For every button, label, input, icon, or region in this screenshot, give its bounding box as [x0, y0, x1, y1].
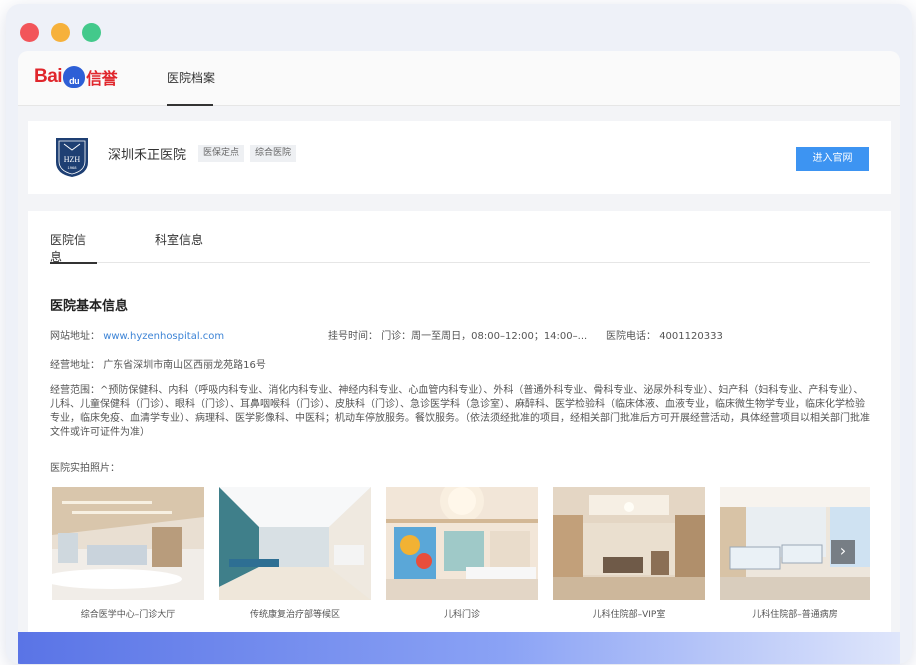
photo-caption: 综合医学中心–门诊大厅 — [80, 610, 176, 620]
photo-caption: 儿科住院部–VIP室 — [592, 610, 666, 620]
logo-xin-text: 信誉 — [86, 71, 118, 88]
business-scope: 经营范围：^预防保健科、内科（呼吸内科专业、消化内科专业、神经内科专业、心血管内… — [50, 384, 872, 440]
photo-caption: 传统康复治疗部等候区 — [249, 610, 340, 620]
close-window-button[interactable] — [20, 23, 39, 42]
page-content: Bai du 信誉 医院档案 HZH 1968 深圳禾正医院 医保定点 综合医院… — [18, 51, 900, 664]
website-label: 网站地址： — [50, 331, 100, 342]
waiting-area-photo-image — [219, 487, 371, 600]
lobby-photo-image — [52, 487, 204, 600]
hospital-info-card: 医院信息 科室信息 医院基本信息 网站地址： www.hyzenhospital… — [28, 211, 891, 664]
info-tabs: 医院信息 科室信息 — [50, 231, 870, 264]
phone-row: 医院电话： 4001120333 — [606, 327, 723, 342]
logo-text: Bai — [34, 66, 63, 87]
hours-value: 门诊：周一至周日，08:00–12:00；14:00–... — [381, 331, 588, 342]
photos-label: 医院实拍照片： — [50, 463, 120, 474]
photo-caption: 儿科门诊 — [443, 610, 480, 620]
pediatrics-photo-image — [386, 487, 538, 600]
hospital-photo[interactable] — [52, 487, 204, 600]
window-controls — [20, 23, 101, 42]
hospital-photo[interactable] — [219, 487, 371, 600]
tag-insurance: 医保定点 — [198, 145, 245, 162]
vip-room-photo-image — [553, 487, 705, 600]
website-link[interactable]: www.hyzenhospital.com — [103, 331, 224, 342]
address-label: 经营地址： — [50, 360, 100, 371]
tab-hospital-info[interactable]: 医院信息 — [50, 231, 97, 264]
nav-tab-hospital-archive[interactable]: 医院档案 — [167, 51, 215, 106]
scope-value: ^预防保健科、内科（呼吸内科专业、消化内科专业、神经内科专业、心血管内科专业）、… — [50, 385, 870, 438]
scope-label: 经营范围： — [50, 385, 100, 396]
tag-general-hospital: 综合医院 — [250, 145, 297, 162]
chevron-right-icon[interactable]: › — [831, 540, 855, 564]
hours-row: 挂号时间： 门诊：周一至周日，08:00–12:00；14:00–... — [328, 327, 587, 342]
hospital-photo[interactable] — [386, 487, 538, 600]
browser-window: Bai du 信誉 医院档案 HZH 1968 深圳禾正医院 医保定点 综合医院… — [6, 4, 912, 664]
hours-label: 挂号时间： — [328, 331, 378, 342]
hospital-header-card: HZH 1968 深圳禾正医院 医保定点 综合医院 进入官网 — [28, 121, 891, 194]
address-row: 经营地址： 广东省深圳市南山区西丽龙苑路16号 — [50, 356, 266, 371]
hospital-name: 深圳禾正医院 — [108, 148, 187, 163]
photo-caption: 儿科住院部–普通病房 — [752, 610, 838, 620]
section-title: 医院基本信息 — [50, 299, 129, 314]
top-navigation: Bai du 信誉 医院档案 — [18, 51, 900, 106]
phone-value: 4001120333 — [659, 331, 723, 342]
minimize-window-button[interactable] — [51, 23, 70, 42]
emblem-year: 1968 — [68, 165, 78, 170]
bottom-gradient-bar — [18, 632, 900, 664]
hospital-photo[interactable] — [553, 487, 705, 600]
baidu-xinyu-logo[interactable]: Bai du 信誉 — [34, 65, 118, 89]
tab-department-info[interactable]: 科室信息 — [155, 231, 203, 263]
phone-label: 医院电话： — [606, 331, 656, 342]
enter-official-site-button[interactable]: 进入官网 — [796, 147, 869, 171]
website-row: 网站地址： www.hyzenhospital.com — [50, 327, 224, 342]
logo-du-text: du — [69, 76, 80, 86]
hospital-emblem-icon: HZH 1968 — [56, 138, 88, 177]
emblem-text: HZH — [64, 155, 81, 164]
paw-icon: du — [63, 66, 86, 88]
maximize-window-button[interactable] — [82, 23, 101, 42]
address-value: 广东省深圳市南山区西丽龙苑路16号 — [103, 360, 266, 371]
